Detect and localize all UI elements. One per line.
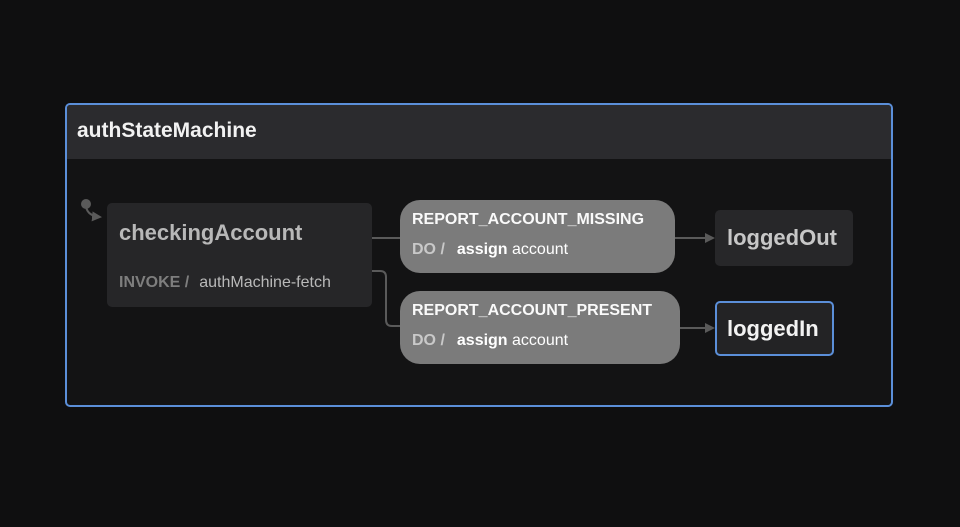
invoke-keyword: INVOKE /	[119, 274, 190, 291]
action-argument: account	[512, 332, 569, 349]
action-name: assign	[456, 332, 508, 349]
state-logged-in[interactable]: loggedIn	[715, 301, 834, 356]
state-name: loggedOut	[727, 225, 837, 250]
state-name: loggedIn	[727, 316, 819, 341]
event-name: REPORT_ACCOUNT_PRESENT	[412, 302, 653, 319]
event-name: REPORT_ACCOUNT_MISSING	[412, 211, 645, 228]
state-checking-account[interactable]: checkingAccount INVOKE / authMachine-fetc…	[107, 203, 372, 307]
action-argument: account	[512, 241, 569, 258]
event-report-account-present[interactable]: REPORT_ACCOUNT_PRESENT DO / assign accoun…	[400, 291, 680, 364]
event-action-row: DO / assign account	[412, 332, 568, 350]
state-logged-out[interactable]: loggedOut	[715, 210, 853, 266]
action-name: assign	[456, 241, 508, 258]
invoke-source: authMachine-fetch	[199, 274, 331, 291]
do-keyword: DO /	[412, 332, 445, 349]
edge-checking-to-present	[372, 270, 400, 327]
event-report-account-missing[interactable]: REPORT_ACCOUNT_MISSING DO / assign accoun…	[400, 200, 675, 273]
invoke-row: INVOKE / authMachine-fetch	[119, 274, 331, 292]
state-name: checkingAccount	[119, 220, 303, 245]
event-action-row: DO / assign account	[412, 241, 568, 259]
do-keyword: DO /	[412, 241, 445, 258]
